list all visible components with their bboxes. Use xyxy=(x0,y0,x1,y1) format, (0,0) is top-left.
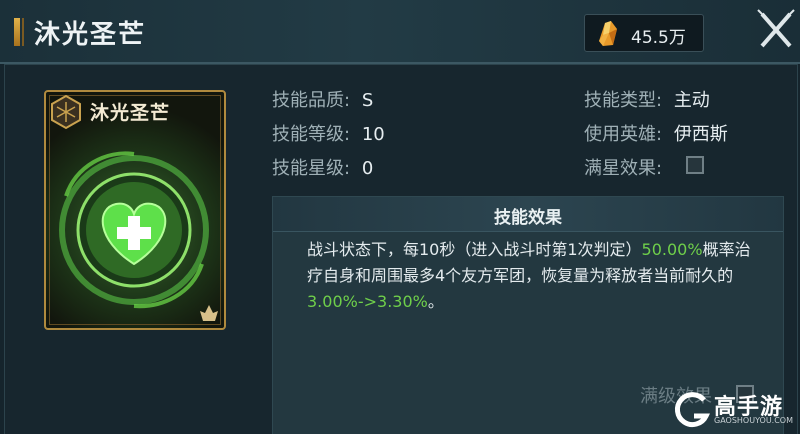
maxstar-row: 满星效果: xyxy=(584,154,662,180)
corner-icon xyxy=(200,305,218,321)
effect-title: 技能效果 xyxy=(494,208,562,228)
type-row: 技能类型: 主动 xyxy=(584,86,710,112)
heal-heart-icon xyxy=(59,151,209,309)
level-label: 技能等级: xyxy=(272,124,351,145)
emblem-icon xyxy=(51,94,81,130)
header: 沐光圣芒 45.5万 xyxy=(0,0,800,64)
star-value: 0 xyxy=(361,158,374,179)
type-value: 主动 xyxy=(673,90,710,111)
effect-heal-range: 3.00%->3.30% xyxy=(307,292,428,311)
crystal-icon xyxy=(599,21,617,46)
level-value: 10 xyxy=(361,124,385,145)
effect-text-3: 。 xyxy=(427,292,444,311)
close-icon[interactable] xyxy=(752,2,798,58)
star-row: 技能星级: 0 xyxy=(272,154,373,180)
quality-row: 技能品质: S xyxy=(272,86,373,112)
type-label: 技能类型: xyxy=(584,90,663,111)
hero-label: 使用英雄: xyxy=(584,124,663,145)
effect-description: 战斗状态下，每10秒（进入战斗时第1次判定）50.00%概率治疗自身和周围最多4… xyxy=(307,237,753,315)
quality-label: 技能品质: xyxy=(272,90,351,111)
hero-value: 伊西斯 xyxy=(673,124,728,145)
hero-row: 使用英雄: 伊西斯 xyxy=(584,120,728,146)
currency-display: 45.5万 xyxy=(584,14,704,52)
g-logo-icon xyxy=(675,392,710,428)
card-title: 沐光圣芒 xyxy=(90,102,171,124)
skill-card: 沐光圣芒 xyxy=(44,90,226,330)
watermark: 高手游 GAOSHOUYOU.COM xyxy=(672,388,800,433)
watermark-domain: GAOSHOUYOU.COM xyxy=(714,416,794,425)
maxstar-checkbox[interactable] xyxy=(686,156,704,174)
page-title: 沐光圣芒 xyxy=(34,20,147,50)
title-accent-line xyxy=(22,18,24,46)
quality-value: S xyxy=(361,90,374,111)
effect-chance: 50.00% xyxy=(641,240,703,259)
title-accent xyxy=(14,18,20,46)
star-label: 技能星级: xyxy=(272,158,351,179)
level-row: 技能等级: 10 xyxy=(272,120,385,146)
effect-title-bar: 技能效果 xyxy=(273,197,783,232)
effect-text-1: 战斗状态下，每10秒（进入战斗时第1次判定） xyxy=(307,240,642,259)
currency-value: 45.5万 xyxy=(631,28,686,48)
maxstar-label: 满星效果: xyxy=(584,158,663,179)
